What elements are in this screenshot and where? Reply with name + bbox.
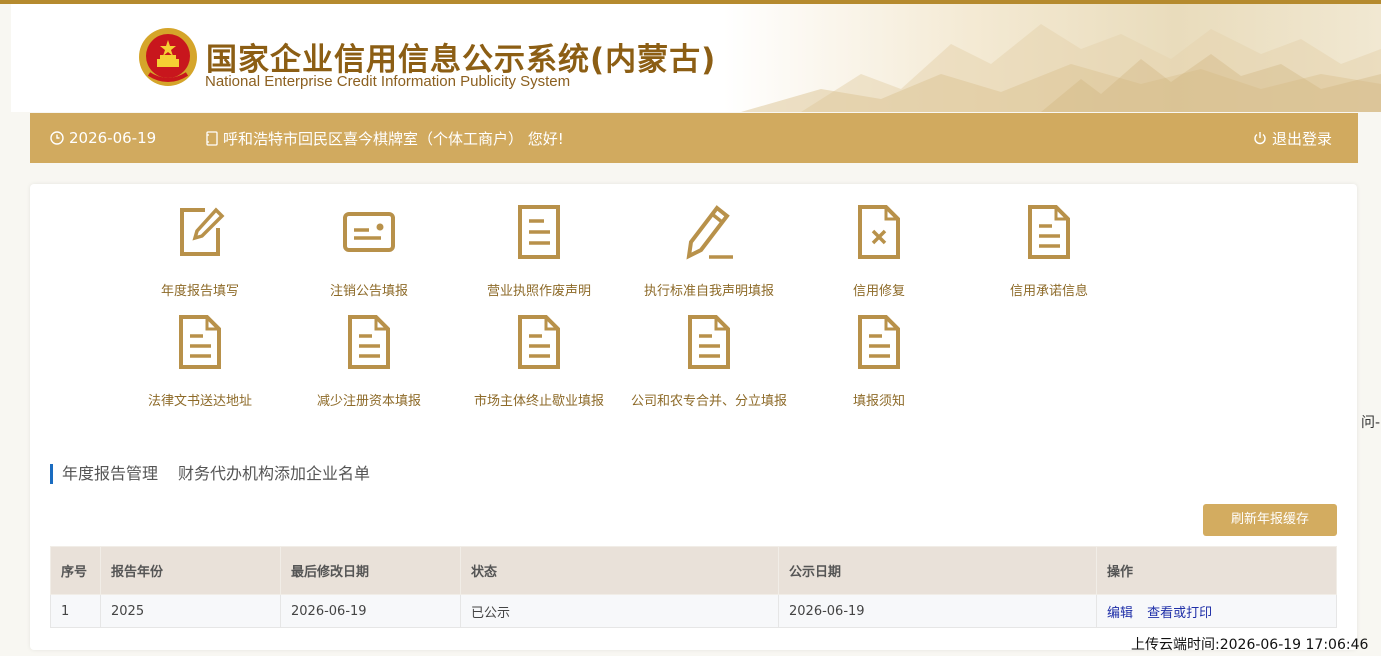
col-actions: 操作 xyxy=(1096,546,1337,595)
side-help-text[interactable]: 问- xyxy=(1361,412,1380,432)
func-label: 信用承诺信息 xyxy=(1009,284,1088,299)
pen-icon xyxy=(686,205,733,260)
logout-button[interactable]: 退出登录 xyxy=(1253,113,1332,163)
cell-year: 2025 xyxy=(100,594,281,628)
func-license-void[interactable]: 营业执照作废声明 xyxy=(454,204,624,304)
cell-publish-date: 2026-06-19 xyxy=(778,594,1097,628)
func-label: 信用修复 xyxy=(852,284,905,299)
col-year: 报告年份 xyxy=(100,546,281,595)
func-credit-repair[interactable]: 信用修复 xyxy=(794,204,964,304)
document-x-icon xyxy=(858,205,900,259)
func-label: 市场主体终止歇业填报 xyxy=(473,394,604,409)
annual-report-table: 序号 报告年份 最后修改日期 状态 公示日期 操作 1 2025 2026-06… xyxy=(50,546,1337,628)
cell-modified: 2026-06-19 xyxy=(280,594,461,628)
document-icon xyxy=(518,315,560,369)
site-subtitle: National Enterprise Credit Information P… xyxy=(205,73,571,90)
document-icon xyxy=(1028,205,1070,259)
table-row: 1 2025 2026-06-19 已公示 2026-06-19 编辑 查看或打… xyxy=(50,594,1337,628)
func-label: 法律文书送达地址 xyxy=(147,394,252,409)
view-print-link[interactable]: 查看或打印 xyxy=(1147,606,1212,621)
site-header: 国家企业信用信息公示系统(内蒙古) National Enterprise Cr… xyxy=(11,4,1381,112)
func-standard-declaration[interactable]: 执行标准自我声明填报 xyxy=(624,204,794,304)
edit-icon xyxy=(180,207,225,256)
func-business-termination[interactable]: 市场主体终止歇业填报 xyxy=(454,314,624,414)
func-label: 注销公告填报 xyxy=(329,284,408,299)
document-icon xyxy=(688,315,730,369)
greeting-text: 呼和浩特市回民区喜今棋牌室（个体工商户） 您好! xyxy=(223,129,564,148)
document-icon xyxy=(179,315,221,369)
func-label: 公司和农专合并、分立填报 xyxy=(630,394,787,409)
edit-link[interactable]: 编辑 xyxy=(1107,606,1133,621)
func-label: 执行标准自我声明填报 xyxy=(643,284,774,299)
func-label: 减少注册资本填报 xyxy=(316,394,421,409)
col-modified: 最后修改日期 xyxy=(280,546,461,595)
document-icon xyxy=(518,205,560,259)
tab-annual-report-management[interactable]: 年度报告管理 xyxy=(62,464,158,484)
logout-label: 退出登录 xyxy=(1272,129,1333,148)
func-credit-commitment[interactable]: 信用承诺信息 xyxy=(964,204,1134,304)
refresh-cache-button[interactable]: 刷新年报缓存 xyxy=(1203,504,1337,536)
current-date: 2026-06-19 xyxy=(50,113,156,163)
col-status: 状态 xyxy=(460,546,779,595)
func-capital-reduction[interactable]: 减少注册资本填报 xyxy=(284,314,454,414)
func-cancellation-notice[interactable]: 注销公告填报 xyxy=(284,204,454,304)
col-index: 序号 xyxy=(50,546,101,595)
tab-agency-add-enterprise[interactable]: 财务代办机构添加企业名单 xyxy=(178,464,370,484)
func-legal-address[interactable]: 法律文书送达地址 xyxy=(115,314,285,414)
cell-actions: 编辑 查看或打印 xyxy=(1096,594,1337,628)
func-label: 填报须知 xyxy=(852,394,905,409)
national-emblem-icon xyxy=(139,28,197,86)
col-publish-date: 公示日期 xyxy=(778,546,1097,595)
table-header-row: 序号 报告年份 最后修改日期 状态 公示日期 操作 xyxy=(50,546,1337,595)
func-label: 营业执照作废声明 xyxy=(486,284,591,299)
func-annual-report[interactable]: 年度报告填写 xyxy=(115,204,285,304)
cell-status: 已公示 xyxy=(460,594,779,628)
cell-index: 1 xyxy=(50,594,101,628)
func-merger-split[interactable]: 公司和农专合并、分立填报 xyxy=(624,314,794,414)
user-navbar: 2026-06-19 呼和浩特市回民区喜今棋牌室（个体工商户） 您好! 退出登录 xyxy=(30,113,1358,163)
date-text: 2026-06-19 xyxy=(69,129,157,147)
main-panel: 年度报告填写 注销公告填报 营业执照作废声明 执行标准自我声明填报 信用修复 信… xyxy=(30,184,1357,650)
mountain-landscape-image xyxy=(741,24,1381,112)
power-icon xyxy=(1254,132,1266,145)
document-icon xyxy=(348,315,390,369)
user-greeting: 呼和浩特市回民区喜今棋牌室（个体工商户） 您好! xyxy=(206,113,564,163)
upload-time: 上传云端时间:2026-06-19 17:06:46 xyxy=(1131,637,1369,653)
func-filing-instructions[interactable]: 填报须知 xyxy=(794,314,964,414)
clock-icon xyxy=(50,131,64,145)
func-label: 年度报告填写 xyxy=(160,284,239,299)
document-icon xyxy=(858,315,900,369)
card-icon xyxy=(343,212,395,252)
user-icon xyxy=(206,130,218,146)
active-tab-indicator xyxy=(50,464,53,484)
